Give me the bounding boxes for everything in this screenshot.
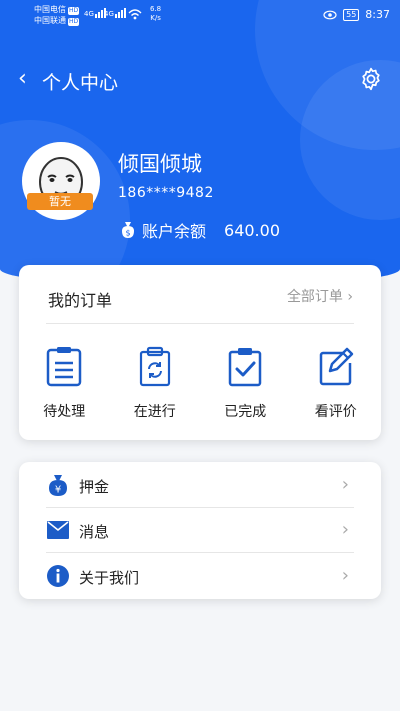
battery-icon: 55 bbox=[343, 8, 360, 21]
status-time: 8:37 bbox=[365, 8, 390, 21]
order-completed[interactable]: 已完成 bbox=[200, 345, 291, 421]
in-progress-refresh-icon bbox=[139, 346, 170, 387]
carrier-1: 中国电信 HD bbox=[34, 5, 80, 15]
balance-value: 640.00 bbox=[224, 220, 280, 240]
back-icon[interactable]: ‹ bbox=[18, 66, 27, 91]
header-banner: 中国电信 HD 中国联通 HD 4G 4G 6.8 K/s 55 8:37 ‹ 个人中… bbox=[0, 0, 400, 287]
menu-about[interactable]: 关于我们 › bbox=[19, 554, 381, 599]
chevron-right-icon: › bbox=[341, 565, 349, 586]
pending-clipboard-icon bbox=[47, 347, 82, 387]
net-speed: 6.8 K/s bbox=[150, 5, 162, 22]
menu-messages[interactable]: 消息 › bbox=[19, 508, 381, 553]
order-in-progress[interactable]: 在进行 bbox=[110, 345, 201, 421]
message-envelope-icon bbox=[47, 521, 69, 539]
money-bag-icon: $ bbox=[122, 222, 134, 238]
avatar-tag: 暂无 bbox=[27, 193, 93, 210]
order-review[interactable]: 看评价 bbox=[291, 345, 382, 421]
carrier-2: 中国联通 HD bbox=[34, 16, 80, 26]
balance-label: 账户余额 bbox=[142, 222, 207, 241]
phone-number: 186****9482 bbox=[118, 185, 214, 201]
info-icon bbox=[47, 565, 69, 587]
svg-text:¥: ¥ bbox=[55, 485, 61, 496]
deposit-bag-icon: ¥ bbox=[49, 475, 67, 496]
status-right: 55 8:37 bbox=[323, 8, 390, 21]
completed-check-icon bbox=[229, 348, 262, 387]
account-balance: $ 账户余额 640.00 bbox=[118, 218, 280, 242]
status-bar: 中国电信 HD 中国联通 HD 4G 4G 6.8 K/s 55 8:37 bbox=[0, 0, 400, 30]
menu-deposit[interactable]: ¥ 押金 › bbox=[19, 463, 381, 508]
nav-bar: ‹ 个人中心 bbox=[0, 62, 400, 102]
page-title: 个人中心 bbox=[42, 72, 119, 94]
orders-card: 我的订单 全部订单 › 待处理 在进行 已完成 看评价 bbox=[19, 265, 381, 440]
settings-gear-icon[interactable] bbox=[358, 66, 384, 92]
svg-text:$: $ bbox=[125, 229, 130, 238]
chevron-right-icon: › bbox=[341, 519, 349, 540]
order-status-grid: 待处理 在进行 已完成 看评价 bbox=[19, 345, 381, 421]
signal-icon: 4G bbox=[84, 8, 106, 18]
signal-icon: 4G bbox=[104, 8, 126, 18]
wifi-icon bbox=[128, 9, 142, 20]
menu-card: ¥ 押金 › 消息 › 关于我们 › bbox=[19, 462, 381, 599]
chevron-right-icon: › bbox=[341, 474, 349, 495]
order-pending[interactable]: 待处理 bbox=[19, 345, 110, 421]
all-orders-link[interactable]: 全部订单 › bbox=[287, 286, 353, 306]
divider bbox=[46, 323, 354, 324]
review-edit-icon bbox=[319, 347, 353, 386]
eye-icon bbox=[323, 10, 337, 19]
orders-title: 我的订单 bbox=[48, 291, 113, 310]
username: 倾国倾城 bbox=[118, 152, 202, 176]
